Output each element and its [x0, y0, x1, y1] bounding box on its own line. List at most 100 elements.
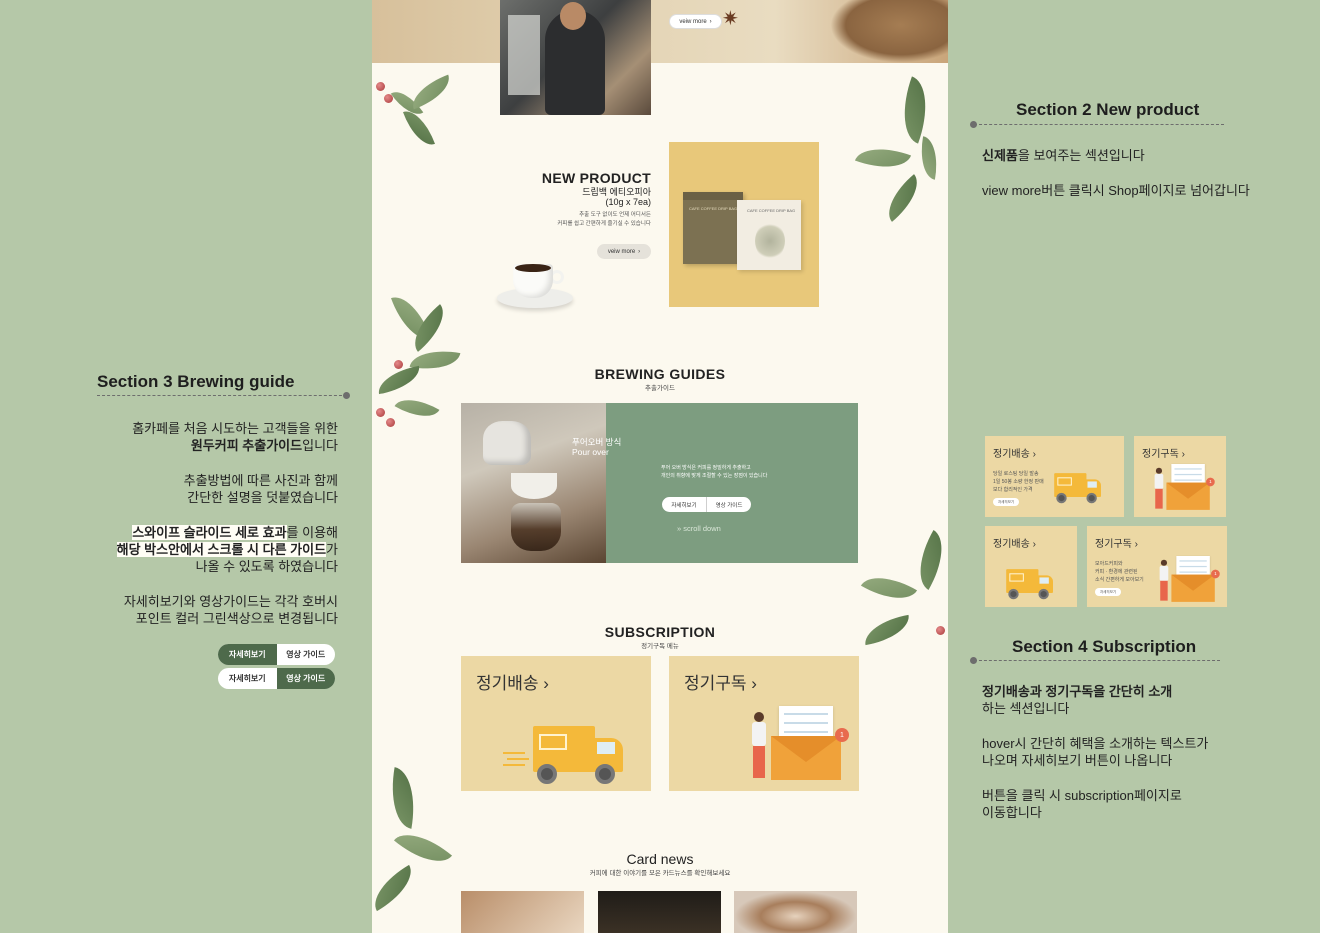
method-english: Pour over: [572, 447, 609, 457]
double-chevron-down-icon: »: [677, 524, 682, 533]
text-line: 자세히보기와 영상가이드는 각각 호버시: [123, 594, 338, 609]
section2-text-2: view more버튼 클릭시 Shop페이지로 넘어갑니다: [982, 183, 1250, 198]
annotation-line: [97, 395, 347, 396]
section4-paragraph-1: 정기배송과 정기구독을 간단히 소개 하는 섹션입니다: [982, 683, 1172, 717]
new-product-name: 드립백 에티오피아 (10g x 7ea): [582, 187, 651, 207]
notification-badge: 1: [1206, 477, 1215, 487]
text-line: 당일 로스팅 당일 발송: [993, 471, 1039, 477]
video-guide-button-hovered[interactable]: 영상 가이드: [276, 668, 335, 689]
scroll-down-hint[interactable]: » scroll down: [677, 524, 721, 533]
section4-heading: Section 4 Subscription: [1012, 637, 1197, 656]
drip-bag-box: CAFE COFFEE DRIP BAG: [683, 192, 743, 264]
hero-view-more-button[interactable]: veiw more ›: [669, 14, 722, 29]
annotation-line: [974, 660, 1220, 661]
mini-subscribe-label: 정기구독 ›: [1142, 449, 1185, 460]
scroll-down-label: scroll down: [683, 524, 721, 533]
card-news-image-3[interactable]: [734, 891, 857, 933]
burlap-sack-image: [830, 0, 948, 63]
chevron-right-icon: ›: [638, 248, 641, 255]
regular-subscription-label: 정기구독 ›: [684, 674, 757, 693]
brewing-guides-title: BREWING GUIDES: [594, 366, 726, 382]
brewing-guides-subtitle: 추출가이드: [645, 385, 675, 392]
drip-bag-product-image: CAFE COFFEE DRIP BAG CAFE COFFEE DRIP BA…: [669, 142, 819, 307]
text-line: 보다 합리적인 가격: [993, 487, 1033, 493]
mini-detail-button[interactable]: 자세히보기: [993, 498, 1019, 506]
page-preview: ✷ veiw more › NEW PRODUCT 드립백 에티오피아 (10g…: [372, 0, 948, 933]
delivery-truck-icon: [503, 720, 633, 790]
video-guide-button[interactable]: 영상 가이드: [277, 644, 336, 665]
mail-envelope-icon: 1: [1159, 556, 1220, 602]
text-line: 모아드커피와: [1095, 561, 1123, 567]
method-desc-line2: 개인의 취향에 맞게 조절할 수 있는 장점이 있습니다: [661, 473, 768, 479]
mini-delivery-label: 정기배송 ›: [993, 539, 1036, 550]
mini-subscribe-card-hover[interactable]: 정기구독 › 모아드커피와 커피 · 환경에 관련된 소식 간편하게 모아보기 …: [1087, 526, 1227, 607]
brewing-guide-slide[interactable]: [461, 403, 858, 563]
mini-delivery-label: 정기배송 ›: [993, 449, 1036, 460]
barista-photo: [500, 0, 651, 115]
detail-button[interactable]: 자세히보기: [218, 668, 277, 689]
bold-term: 신제품: [982, 148, 1018, 163]
text-line: 이동합니다: [982, 805, 1042, 820]
text-line: 추출방법에 따른 사진과 함께: [183, 473, 338, 488]
product-desc-line1: 추출 도구 없이도 언제 어디서든: [579, 212, 651, 218]
card-news-title: Card news: [626, 851, 694, 867]
mail-envelope-icon: 1: [1154, 464, 1215, 510]
regular-delivery-label: 정기배송 ›: [476, 674, 549, 693]
notification-badge: 1: [835, 728, 849, 742]
product-name-line1: 드립백 에티오피아: [582, 187, 651, 197]
brewing-method-name: 푸어오버 방식 Pour over: [572, 437, 621, 457]
section2-heading: Section 2 New product: [1016, 100, 1200, 119]
coffee-cup-image: [497, 262, 577, 310]
view-more-label: veiw more: [607, 248, 636, 255]
bold-term: 정기배송과 정기구독을 간단히 소개: [982, 684, 1173, 699]
text-rest: 를 이용해: [286, 525, 338, 540]
text-line: 하는 섹션입니다: [982, 701, 1070, 716]
mini-delivery-card[interactable]: 정기배송 ›: [985, 526, 1077, 607]
new-product-view-more-button[interactable]: veiw more ›: [597, 244, 651, 259]
brewing-button-group: 자세히보기 영상 가이드: [662, 497, 751, 512]
delivery-truck-icon: [1049, 470, 1106, 506]
hover-demo-toggle-detail: 자세히보기 영상 가이드: [218, 644, 335, 665]
product-name-line2: (10g x 7ea): [605, 197, 651, 207]
text-line: 커피 · 환경에 관련된: [1095, 569, 1138, 575]
mini-detail-button[interactable]: 자세히보기: [1095, 588, 1121, 596]
section3-paragraph-4: 자세히보기와 영상가이드는 각각 호버시 포인트 컬러 그린색상으로 변경됩니다: [124, 593, 338, 627]
text-line: hover시 간단히 혜택을 소개하는 텍스트가: [982, 736, 1209, 751]
annotation-line: [974, 124, 1224, 125]
card-news-image-2[interactable]: [598, 891, 721, 933]
regular-subscription-card[interactable]: 정기구독 › 1: [669, 656, 859, 791]
section4-paragraph-2: hover시 간단히 혜택을 소개하는 텍스트가 나오며 자세히보기 버튼이 나…: [982, 735, 1208, 769]
method-desc-line1: 푸어 오버 방식은 커피를 정밀하게 추출하고: [661, 465, 751, 471]
text-line: 홈카페를 처음 시도하는 고객들을 위한: [132, 421, 338, 436]
mini-subscribe-card[interactable]: 정기구독 › 1: [1134, 436, 1226, 517]
drip-bag-pouch: CAFE COFFEE DRIP BAG: [737, 200, 801, 270]
video-guide-button[interactable]: 영상 가이드: [707, 497, 751, 512]
annotation-dot: [343, 392, 350, 399]
star-anise-icon: ✷: [722, 8, 739, 30]
subscription-subtitle: 정기구독 메뉴: [641, 643, 679, 650]
text-line: 소식 간편하게 모아보기: [1095, 577, 1144, 583]
text-rest: 입니다: [302, 438, 338, 453]
regular-delivery-card[interactable]: 정기배송 ›: [461, 656, 651, 791]
card-news-subtitle: 커피에 대한 이야기를 모은 카드뉴스를 확인해보세요: [589, 870, 731, 877]
product-desc-line2: 커피를 쉽고 간편하게 즐기실 수 있습니다: [557, 221, 651, 227]
mini-subscribe-label: 정기구독 ›: [1095, 539, 1138, 550]
method-korean: 푸어오버 방식: [572, 437, 622, 447]
pack-label: CAFE COFFEE DRIP BAG: [689, 206, 738, 211]
text-rest: 가: [326, 542, 338, 557]
delivery-truck-icon: [1001, 566, 1058, 602]
text-line: 나올 수 있도록 하였습니다: [195, 559, 338, 574]
new-product-title: NEW PRODUCT: [541, 170, 651, 186]
detail-button[interactable]: 자세히보기: [662, 497, 707, 512]
detail-button-hovered[interactable]: 자세히보기: [218, 644, 277, 665]
text-rest: 을 보여주는 섹션입니다: [1017, 148, 1145, 163]
section3-paragraph-3: 스와이프 슬라이드 세로 효과를 이용해 해당 박스안에서 스크롤 시 다른 가…: [116, 524, 338, 575]
brewing-method-description: 푸어 오버 방식은 커피를 정밀하게 추출하고 개인의 취향에 맞게 조절할 수…: [661, 464, 767, 480]
text-line: 나오며 자세히보기 버튼이 나옵니다: [982, 753, 1173, 768]
section2-text-1: 신제품을 보여주는 섹션입니다: [982, 147, 1145, 164]
mini-delivery-benefits: 당일 로스팅 당일 발송 1일 50봉 소량 한정 판매 보다 합리적인 가격: [993, 470, 1044, 494]
mini-delivery-card-hover[interactable]: 정기배송 › 당일 로스팅 당일 발송 1일 50봉 소량 한정 판매 보다 합…: [985, 436, 1124, 517]
bold-term: 원두커피 추출가이드: [190, 438, 303, 453]
chevron-right-icon: ›: [709, 18, 712, 25]
card-news-image-1[interactable]: [461, 891, 584, 933]
